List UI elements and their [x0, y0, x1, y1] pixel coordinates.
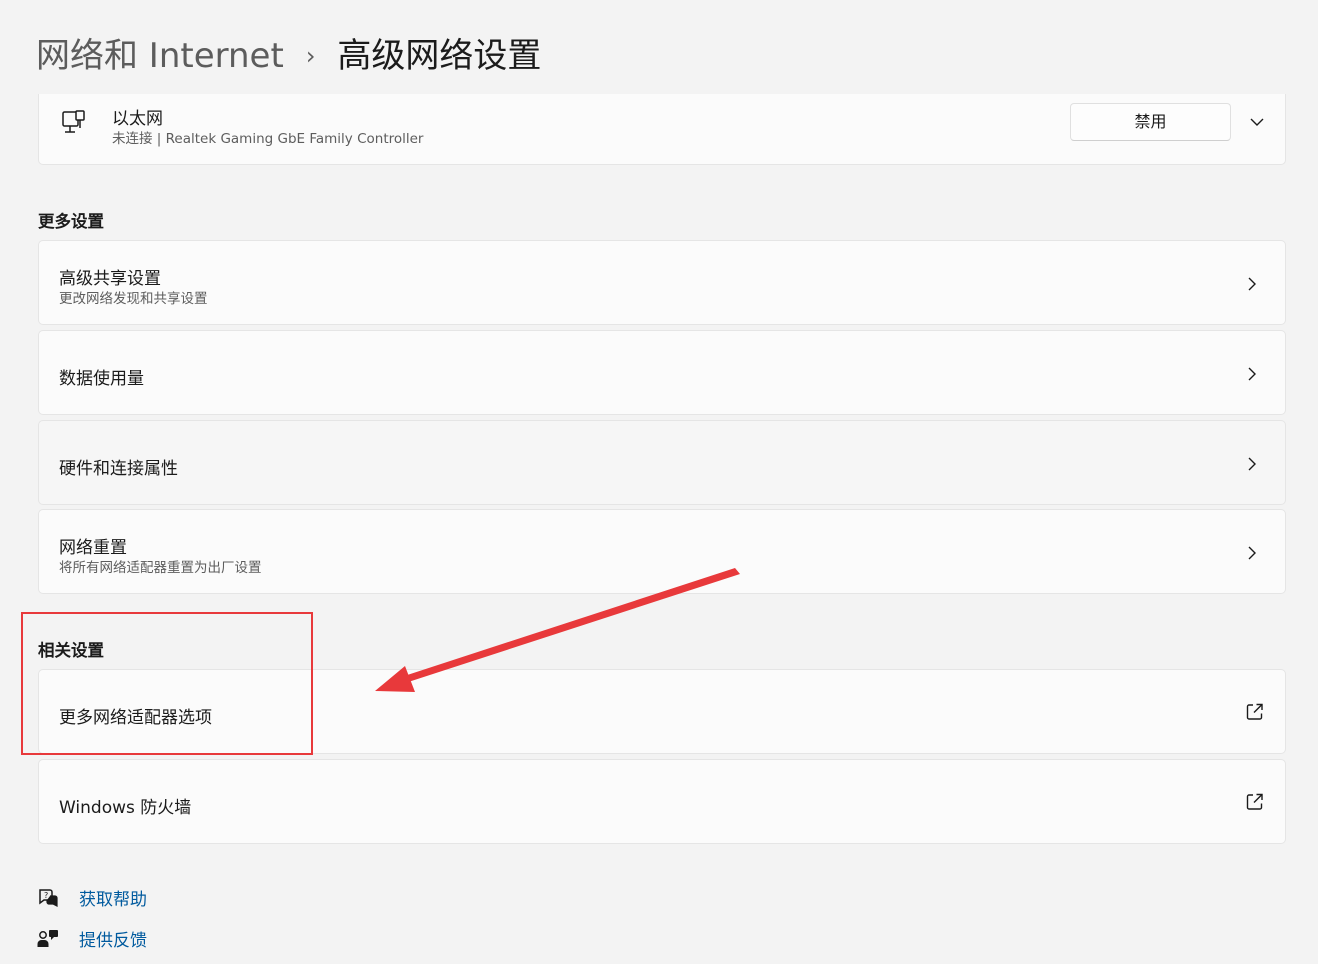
- breadcrumb-separator: ›: [305, 42, 316, 70]
- more-adapter-options-title: 更多网络适配器选项: [59, 708, 212, 728]
- ethernet-icon: [62, 110, 85, 133]
- more-adapter-options-card[interactable]: 更多网络适配器选项: [38, 669, 1286, 754]
- breadcrumb-parent[interactable]: 网络和 Internet: [36, 32, 284, 80]
- help-icon: ?: [39, 888, 58, 907]
- chevron-right-icon: [1248, 277, 1256, 291]
- disable-button[interactable]: 禁用: [1070, 103, 1231, 141]
- breadcrumb: 网络和 Internet › 高级网络设置: [36, 32, 541, 80]
- windows-firewall-card[interactable]: Windows 防火墙: [38, 759, 1286, 844]
- data-usage-card[interactable]: 数据使用量: [38, 330, 1286, 415]
- page-title: 高级网络设置: [337, 36, 542, 76]
- hardware-properties-title: 硬件和连接属性: [59, 459, 178, 479]
- external-link-icon: [1246, 703, 1263, 720]
- network-reset-card[interactable]: 网络重置 将所有网络适配器重置为出厂设置: [38, 509, 1286, 594]
- get-help-label: 获取帮助: [79, 890, 147, 910]
- get-help-link[interactable]: ? 获取帮助: [36, 885, 147, 910]
- related-settings-heading: 相关设置: [38, 641, 104, 660]
- ethernet-card[interactable]: 以太网 未连接 | Realtek Gaming GbE Family Cont…: [38, 94, 1286, 165]
- chevron-right-icon: [1248, 457, 1256, 471]
- ethernet-title: 以太网: [112, 109, 163, 129]
- ethernet-subtitle: 未连接 | Realtek Gaming GbE Family Controll…: [112, 131, 424, 147]
- advanced-sharing-subtitle: 更改网络发现和共享设置: [59, 291, 208, 307]
- chevron-right-icon: [1248, 546, 1256, 560]
- advanced-sharing-title: 高级共享设置: [59, 269, 161, 289]
- give-feedback-label: 提供反馈: [79, 931, 147, 951]
- network-reset-title: 网络重置: [59, 538, 127, 558]
- data-usage-title: 数据使用量: [59, 369, 144, 389]
- feedback-icon: [37, 929, 58, 947]
- advanced-sharing-card[interactable]: 高级共享设置 更改网络发现和共享设置: [38, 240, 1286, 325]
- windows-firewall-title: Windows 防火墙: [59, 798, 192, 818]
- external-link-icon: [1246, 793, 1263, 810]
- hardware-properties-card[interactable]: 硬件和连接属性: [38, 420, 1286, 505]
- svg-text:?: ?: [44, 891, 48, 900]
- more-settings-heading: 更多设置: [38, 212, 104, 231]
- give-feedback-link[interactable]: 提供反馈: [36, 926, 147, 951]
- chevron-right-icon: [1248, 367, 1256, 381]
- chevron-down-icon[interactable]: [1249, 114, 1265, 130]
- network-reset-subtitle: 将所有网络适配器重置为出厂设置: [59, 560, 262, 576]
